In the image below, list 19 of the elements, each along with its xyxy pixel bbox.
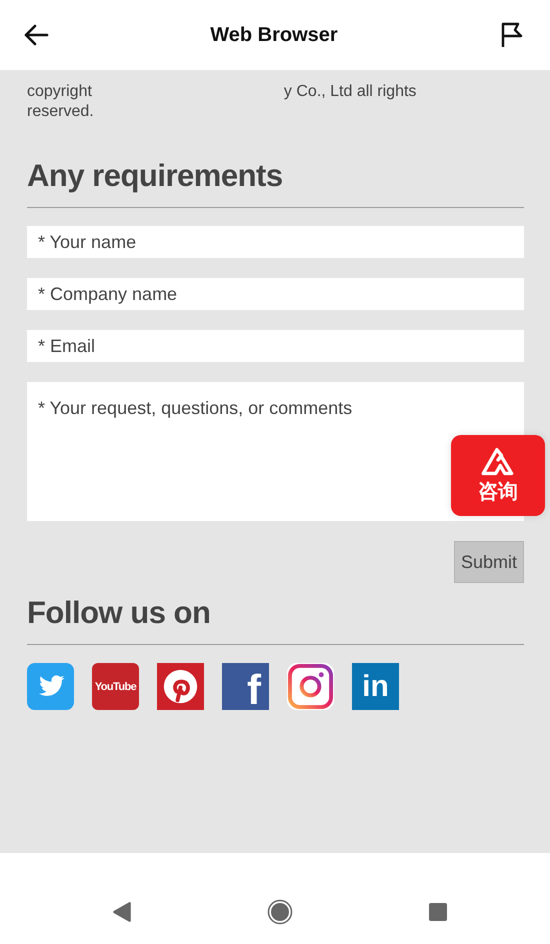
consult-button[interactable]: 咨询 xyxy=(451,435,545,516)
section-heading: Any requirements xyxy=(27,158,284,194)
window-title: Web Browser xyxy=(210,24,338,46)
recents-icon[interactable] xyxy=(428,902,448,922)
copyright-text: copyright y Co., Ltd all rights reserved. xyxy=(27,82,418,122)
home-icon[interactable] xyxy=(267,898,294,924)
pin-icon[interactable] xyxy=(157,663,204,710)
facebook-icon[interactable]: f xyxy=(222,663,269,710)
section-heading: Follow us on xyxy=(27,595,212,631)
input-field[interactable]: * Email xyxy=(27,330,524,362)
youtube-icon[interactable]: YouTube xyxy=(92,663,139,710)
camera-icon[interactable] xyxy=(287,663,334,710)
back-icon[interactable] xyxy=(111,900,134,922)
input-field[interactable]: * Company name xyxy=(27,278,524,310)
input-field[interactable]: * Your name xyxy=(27,226,524,258)
peak-icon xyxy=(481,446,515,476)
submit-button[interactable]: Submit xyxy=(454,541,524,583)
linkedin-icon[interactable]: in xyxy=(352,663,399,710)
bird-icon[interactable] xyxy=(27,663,74,710)
